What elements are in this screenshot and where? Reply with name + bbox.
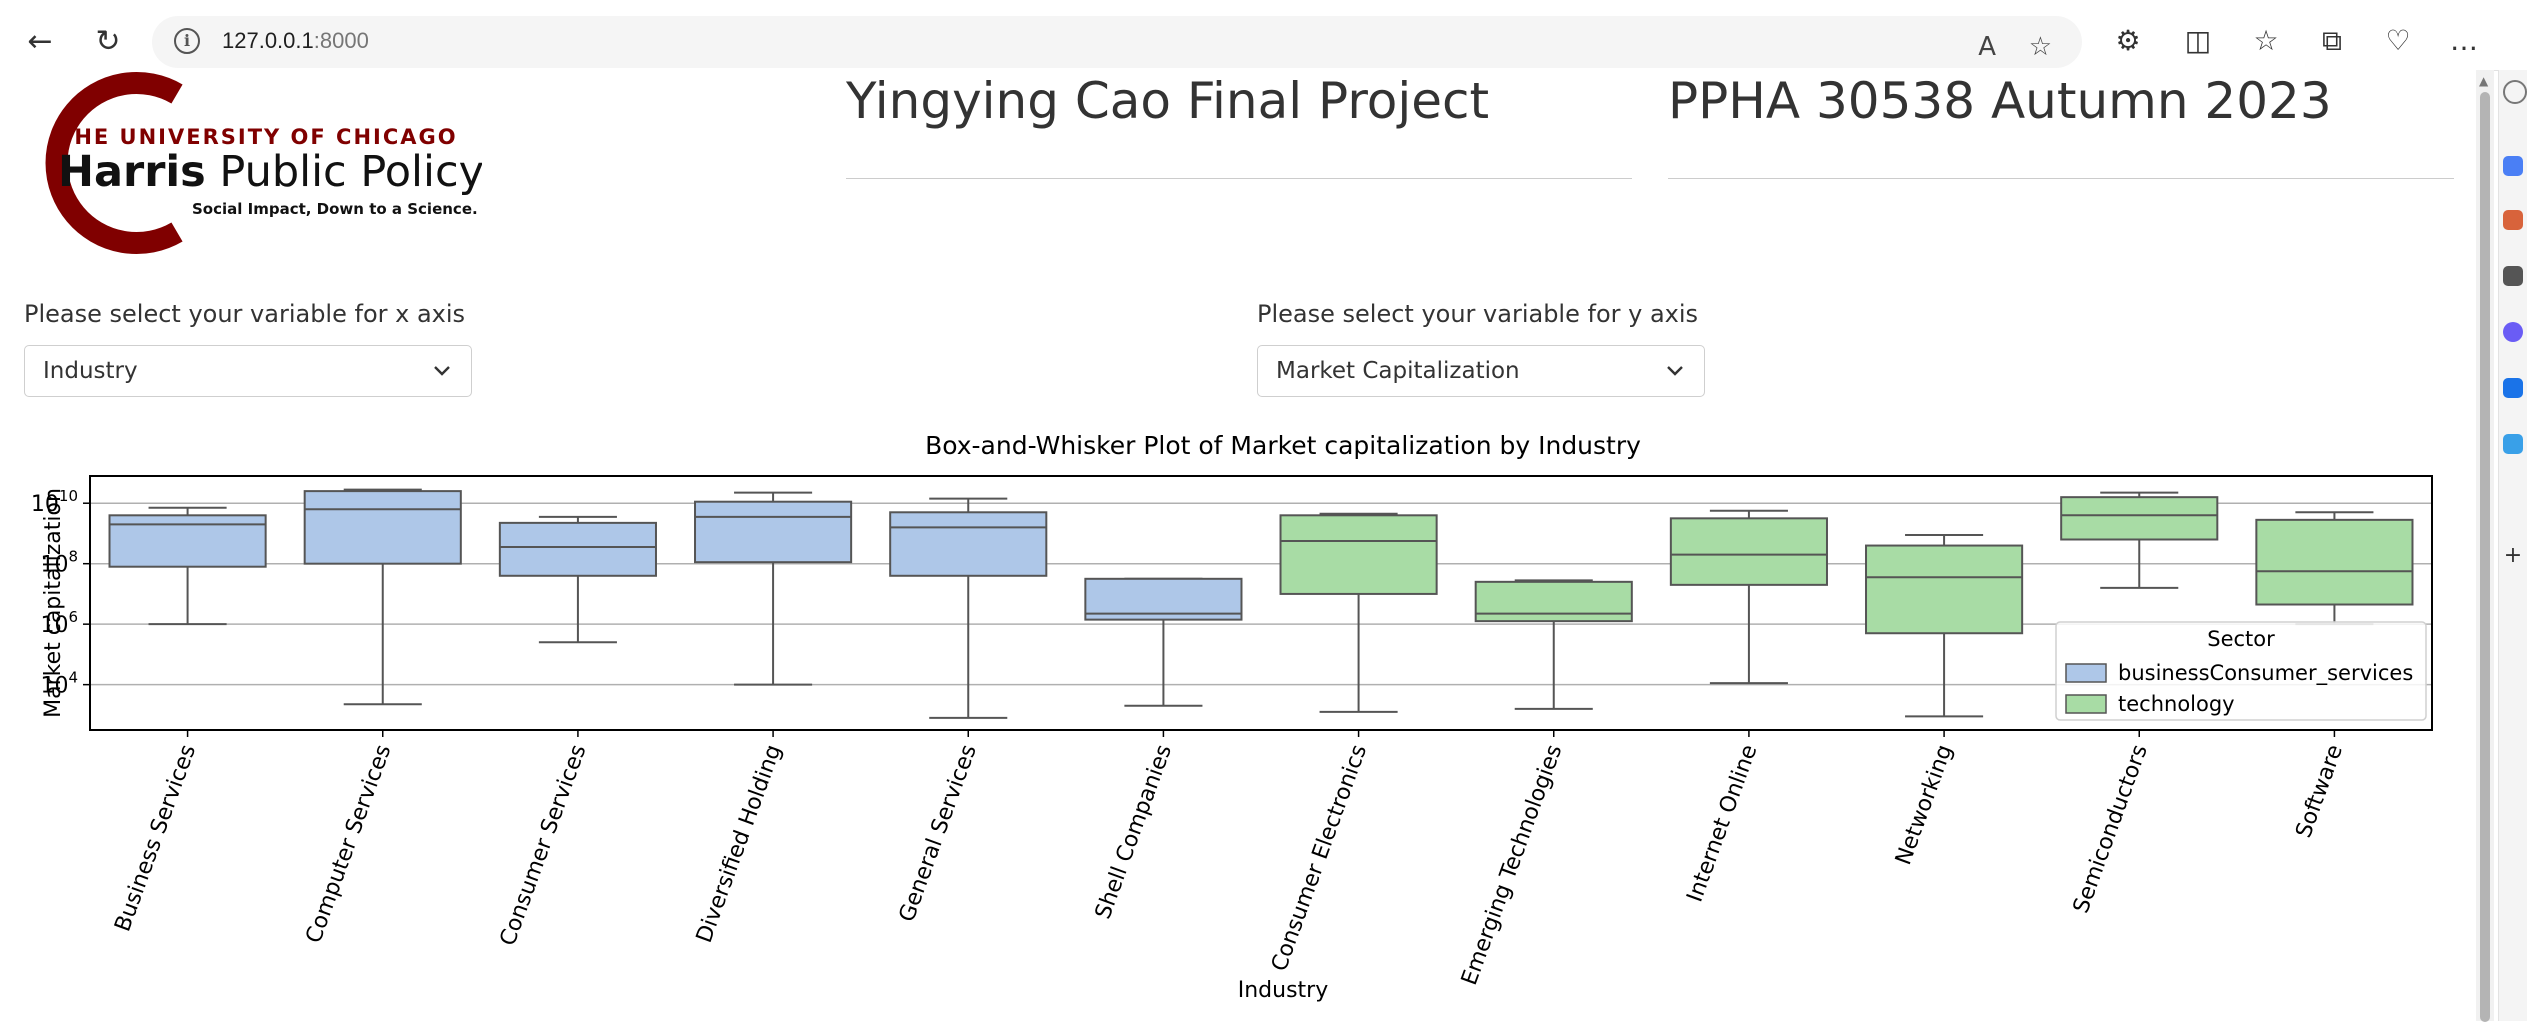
extensions-icon[interactable]: ⚙ [2108, 24, 2148, 57]
box-emerging-technologies [1474, 579, 1633, 710]
box-computer-services [303, 488, 462, 706]
favorite-star-icon[interactable]: ☆ [2029, 32, 2052, 62]
y-tick-label: 1010 [31, 487, 78, 517]
url-port: :8000 [313, 28, 369, 53]
box-internet-online [1669, 509, 1828, 685]
legend-label: technology [2118, 692, 2235, 716]
box-iqr [1474, 580, 1633, 623]
x-tick-label: Shell Companies [1091, 742, 1177, 923]
box-semiconductors [2060, 491, 2219, 589]
y-tick-label: 106 [40, 608, 78, 638]
course-title: PPHA 30538 Autumn 2023 [1668, 72, 2332, 130]
box-shell-companies [1084, 577, 1243, 707]
shopping-icon[interactable] [2503, 210, 2523, 230]
y-axis-select[interactable]: Market Capitalization [1257, 345, 1705, 397]
scroll-up-arrow-icon[interactable]: ▲ [2479, 74, 2488, 88]
x-tick-label: Emerging Technologies [1457, 742, 1567, 989]
collections-icon[interactable]: ⧉ [2312, 24, 2352, 58]
url-text: 127.0.0.1:8000 [222, 28, 369, 54]
box-iqr [1865, 544, 2024, 635]
back-arrow-icon[interactable]: ← [20, 22, 60, 62]
x-axis-select-value: Industry [43, 358, 138, 384]
legend-title: Sector [2207, 627, 2275, 651]
tools-icon[interactable] [2503, 266, 2523, 286]
box-iqr [303, 490, 462, 565]
box-iqr [694, 500, 853, 564]
x-tick-label: Consumer Electronics [1267, 742, 1372, 975]
box-iqr [2255, 518, 2414, 606]
copilot-icon[interactable] [2503, 156, 2523, 176]
designer-icon[interactable] [2503, 434, 2523, 454]
box-business-services [108, 506, 267, 626]
x-tick-label: Diversified Holding [692, 742, 787, 947]
logo-tagline: Social Impact, Down to a Science. [192, 200, 478, 218]
x-tick-label: Computer Services [301, 742, 396, 947]
legend-label: businessConsumer_services [2118, 661, 2413, 686]
add-icon[interactable]: + [2503, 545, 2523, 567]
legend-swatch [2065, 694, 2107, 714]
box-networking [1865, 533, 2024, 718]
read-aloud-icon[interactable]: A [1978, 32, 1996, 62]
chart-title: Box-and-Whisker Plot of Market capitaliz… [925, 431, 1641, 460]
logo-harris-text: Harris Public Policy [58, 147, 482, 197]
y-axis-select-value: Market Capitalization [1276, 358, 1520, 384]
box-software [2255, 511, 2414, 626]
address-bar[interactable]: i 127.0.0.1:8000 A ☆ [152, 16, 2082, 68]
page-scrollbar[interactable]: ▲ [2476, 70, 2494, 1022]
split-screen-icon[interactable]: ◫ [2178, 24, 2218, 57]
box-iqr [1669, 517, 1828, 586]
more-menu-icon[interactable]: … [2444, 24, 2484, 57]
box-iqr [498, 521, 657, 577]
box-iqr [1279, 514, 1438, 595]
y-tick-label: 104 [40, 669, 78, 699]
url-host: 127.0.0.1 [222, 28, 314, 53]
performance-icon[interactable]: ♡ [2378, 24, 2418, 57]
box-iqr [889, 511, 1048, 577]
y-axis-select-label: Please select your variable for y axis [1257, 300, 1699, 328]
box-diversified-holding [694, 491, 853, 686]
box-iqr [108, 514, 267, 568]
x-tick-label: Internet Online [1683, 742, 1763, 906]
box-iqr [2060, 496, 2219, 541]
refresh-icon[interactable]: ↻ [88, 22, 128, 62]
logo-university-text: THE UNIVERSITY OF CHICAGO [58, 125, 458, 149]
x-axis-label: Industry [1238, 978, 1329, 1003]
x-tick-label: Semiconductors [2069, 742, 2153, 917]
x-tick-label: Software [2291, 742, 2348, 842]
y-tick-label: 108 [40, 548, 78, 578]
box-plot-chart: Box-and-Whisker Plot of Market capitaliz… [31, 431, 2433, 1003]
harris-logo: THE UNIVERSITY OF CHICAGO Harris Public … [45, 72, 482, 254]
browser-toolbar: ← ↻ i 127.0.0.1:8000 A ☆ ⚙ ◫ ☆ ⧉ ♡ … [0, 0, 2527, 71]
legend-swatch [2065, 663, 2107, 683]
box-consumer-electronics [1279, 512, 1438, 713]
chevron-down-icon [434, 366, 450, 376]
scrollbar-thumb[interactable] [2480, 92, 2490, 1022]
page-title: Yingying Cao Final Project [846, 72, 1490, 130]
search-icon[interactable] [2503, 80, 2527, 104]
favorites-icon[interactable]: ☆ [2246, 24, 2286, 57]
x-axis-select-label: Please select your variable for x axis [24, 300, 466, 328]
outlook-icon[interactable] [2503, 378, 2523, 398]
x-tick-label: Business Services [110, 742, 201, 935]
x-tick-label: Consumer Services [496, 742, 592, 950]
x-axis-select[interactable]: Industry [24, 345, 472, 397]
chevron-down-icon [1667, 366, 1683, 376]
x-tick-label: General Services [895, 742, 982, 926]
edge-sidebar: + [2498, 70, 2527, 1021]
course-divider [1668, 178, 2454, 179]
games-icon[interactable] [2503, 322, 2523, 342]
site-info-icon[interactable]: i [174, 28, 200, 54]
x-tick-label: Networking [1891, 742, 1958, 869]
title-divider [846, 178, 1632, 179]
